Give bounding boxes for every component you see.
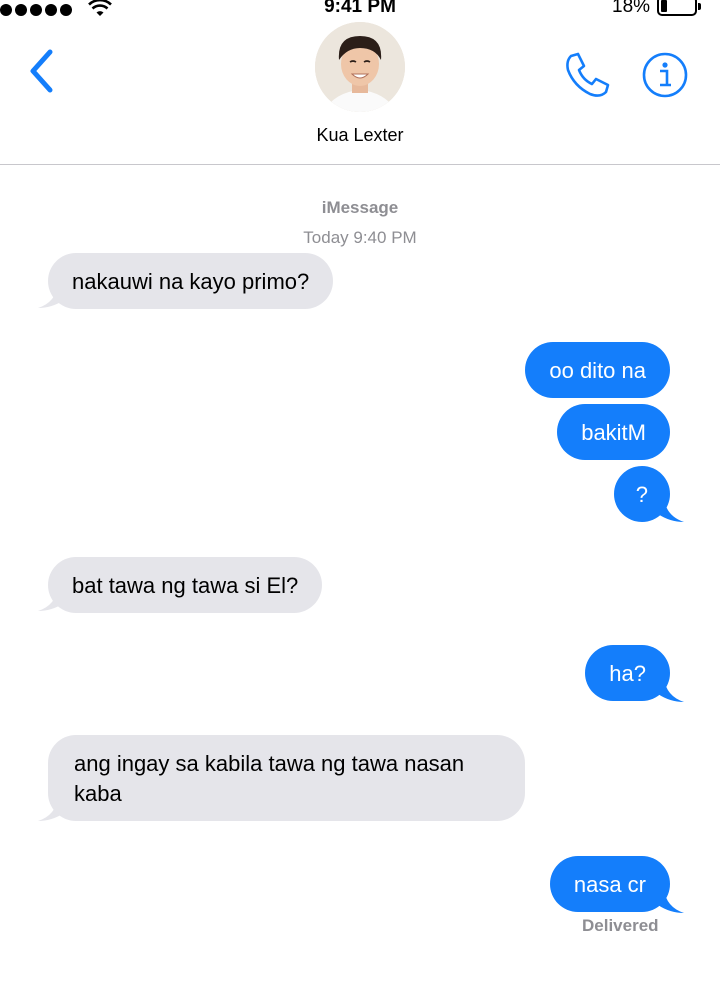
contact-photo (315, 22, 405, 112)
contact-name[interactable]: Kua Lexter (0, 125, 720, 146)
call-button[interactable] (562, 50, 612, 100)
delivery-status: Delivered (582, 916, 659, 935)
thread-timestamp: Today 9:40 PM (303, 228, 417, 247)
service-label: iMessage (321, 198, 399, 217)
message-bubble-outgoing[interactable]: oo dito na (525, 342, 670, 398)
battery-percent: 18% (612, 0, 651, 17)
status-bar: 9:41 PM 18% (0, 0, 720, 20)
message-bubble-outgoing[interactable]: nasa cr (549, 856, 670, 912)
phone-icon (566, 52, 610, 97)
message-bubble-outgoing[interactable]: bakitM (557, 404, 670, 460)
battery-icon (657, 0, 701, 16)
avatar[interactable] (315, 22, 405, 112)
message-bubble-incoming[interactable]: bat tawa ng tawa si El? (48, 557, 323, 613)
info-icon (642, 52, 688, 98)
info-button[interactable] (640, 50, 690, 100)
message-bubble-incoming[interactable]: nakauwi na kayo primo? (48, 253, 334, 309)
chevron-left-icon (30, 49, 53, 93)
message-bubble-outgoing[interactable]: ? (613, 466, 670, 522)
conversation-header: 9:41 PM 18% Kua Lexter (0, 0, 720, 165)
message-bubble-outgoing[interactable]: ha? (585, 645, 670, 701)
message-bubble-incoming[interactable]: ang ingay sa kabila tawa ng tawa nasan k… (48, 735, 525, 821)
messages-screen: 9:41 PM 18% Kua Lexter iMessage Today 9:… (0, 0, 720, 984)
back-button[interactable] (24, 46, 64, 96)
